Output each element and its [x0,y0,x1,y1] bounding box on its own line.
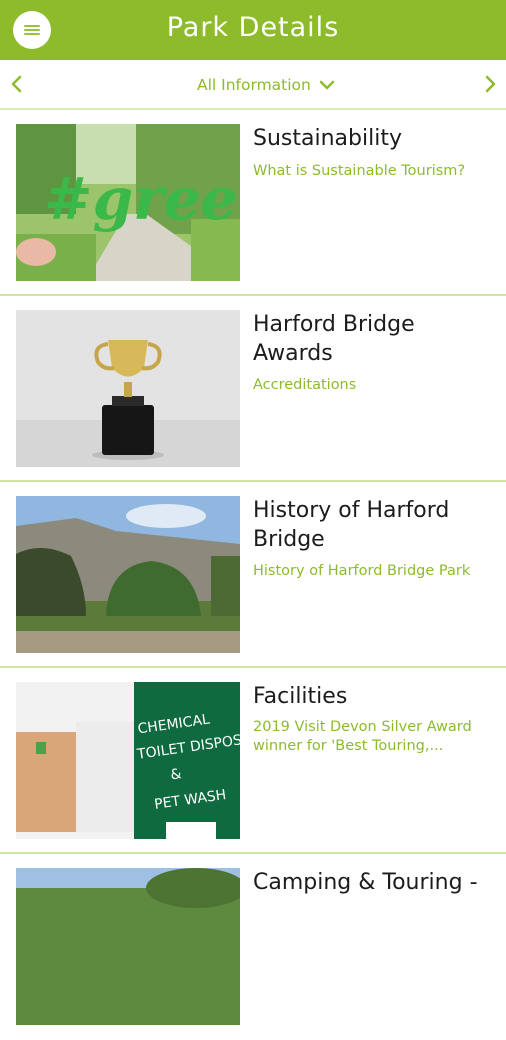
sustainability-image: #green [16,124,240,281]
chevron-right-icon[interactable] [480,72,500,96]
item-title: History of Harford Bridge [253,498,450,552]
chevron-left-icon[interactable] [7,72,27,96]
item-title: Harford Bridge Awards [253,312,415,366]
item-title: Sustainability [253,126,402,151]
item-subtitle: Accreditations [253,377,357,393]
app-header: Park Details [0,0,506,60]
facilities-image: CHEMICAL TOILET DISPOS & PET WASH [16,682,240,839]
filter-bar: All Information [0,60,506,110]
item-subtitle: What is Sustainable Tourism? [253,163,466,179]
bridge-history-image [16,496,240,653]
category-dropdown-label: All Information [197,76,311,94]
list-item[interactable]: Camping & Touring - [0,854,506,1040]
chevron-down-icon [319,79,335,91]
item-subtitle: 2019 Visit Devon Silver Award winner for… [253,719,472,754]
list-item[interactable]: Harford Bridge Awards Accreditations [0,296,506,482]
category-dropdown[interactable]: All Information [197,73,335,97]
item-title: Facilities [253,684,348,709]
camping-image [16,868,240,1025]
awards-trophy-image [16,310,240,467]
image-caption: #green [44,165,240,233]
list-item[interactable]: #green Sustainability What is Sustainabl… [0,110,506,296]
list-item[interactable]: CHEMICAL TOILET DISPOS & PET WASH Facili… [0,668,506,854]
list-item[interactable]: History of Harford Bridge History of Har… [0,482,506,668]
item-subtitle: History of Harford Bridge Park [253,563,471,579]
sign-text: & [169,766,182,783]
page-title: Park Details [166,12,340,43]
item-title: Camping & Touring - [253,870,478,895]
